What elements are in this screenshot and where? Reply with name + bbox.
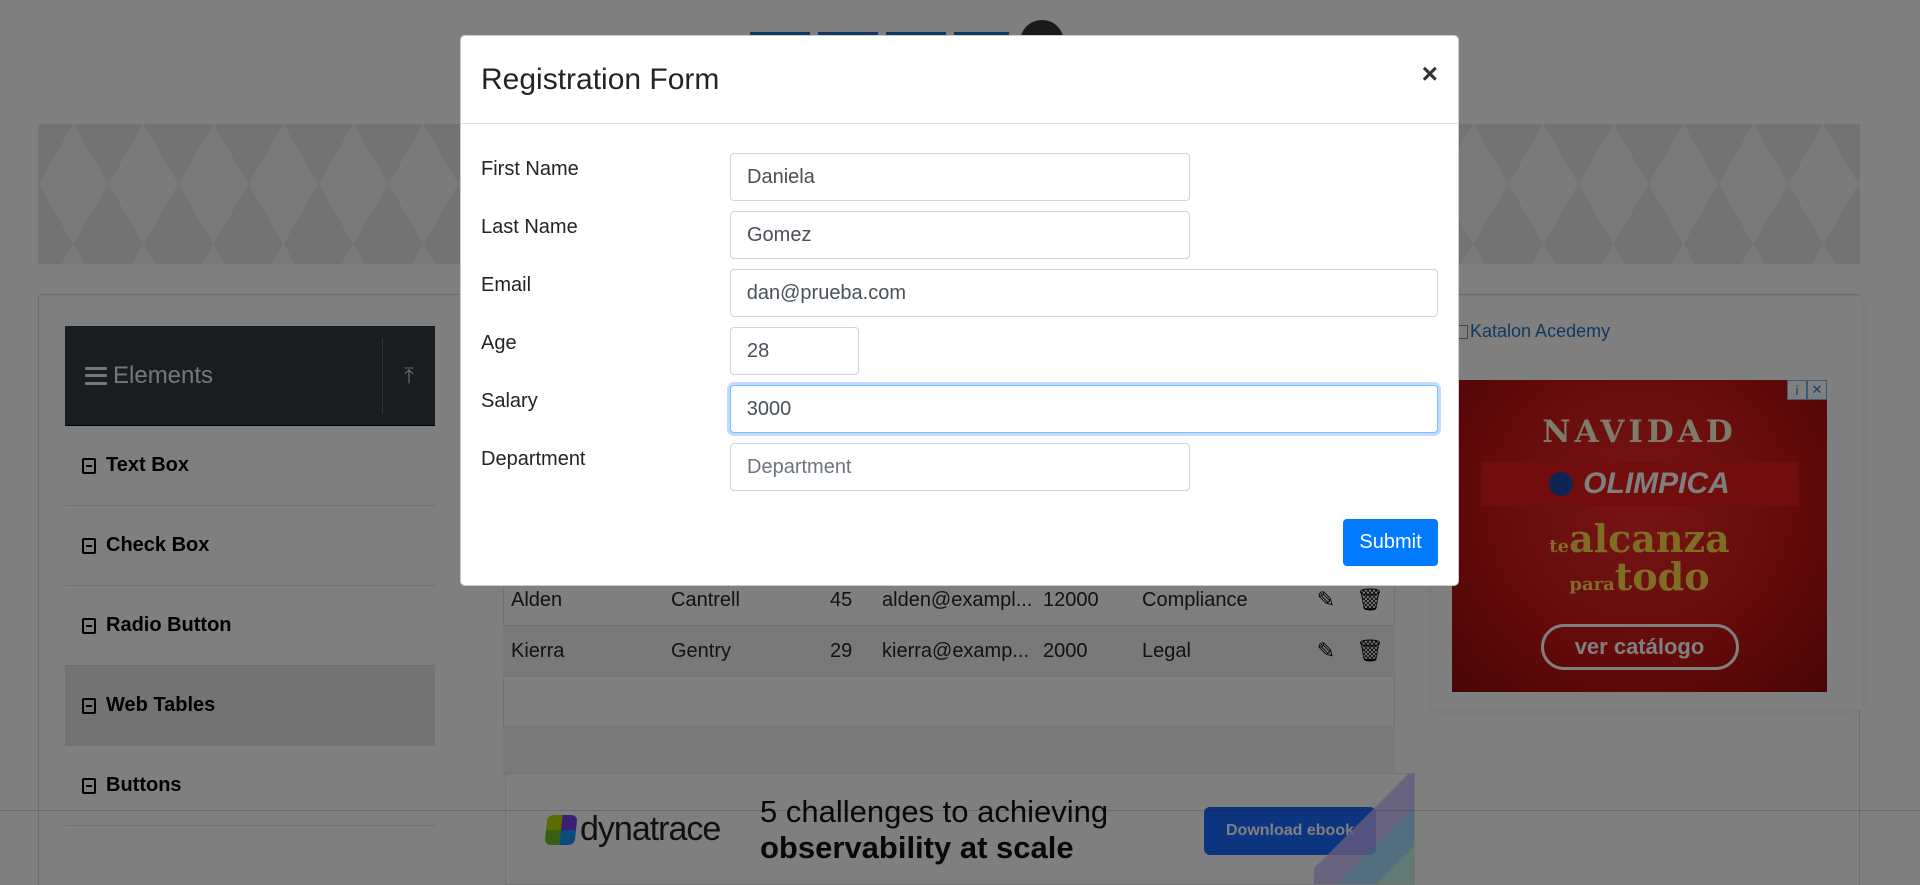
modal-footer: Submit [1343,519,1438,566]
registration-form: First Name Last Name Email Age Salary De… [461,124,1458,491]
modal-header: Registration Form × [461,36,1458,124]
modal-title: Registration Form [481,62,720,96]
last-name-label: Last Name [481,216,578,238]
registration-modal: Registration Form × First Name Last Name… [460,35,1459,586]
age-label: Age [481,332,517,354]
salary-label: Salary [481,390,538,412]
first-name-input[interactable] [730,153,1190,201]
first-name-label: First Name [481,158,579,180]
close-icon[interactable]: × [1422,59,1438,88]
department-label: Department [481,448,586,470]
email-label: Email [481,274,532,296]
department-input[interactable] [730,443,1190,491]
age-input[interactable] [730,327,859,375]
salary-input[interactable] [729,385,1438,433]
email-input[interactable] [729,269,1438,317]
submit-button[interactable]: Submit [1343,519,1438,566]
last-name-input[interactable] [730,211,1190,259]
